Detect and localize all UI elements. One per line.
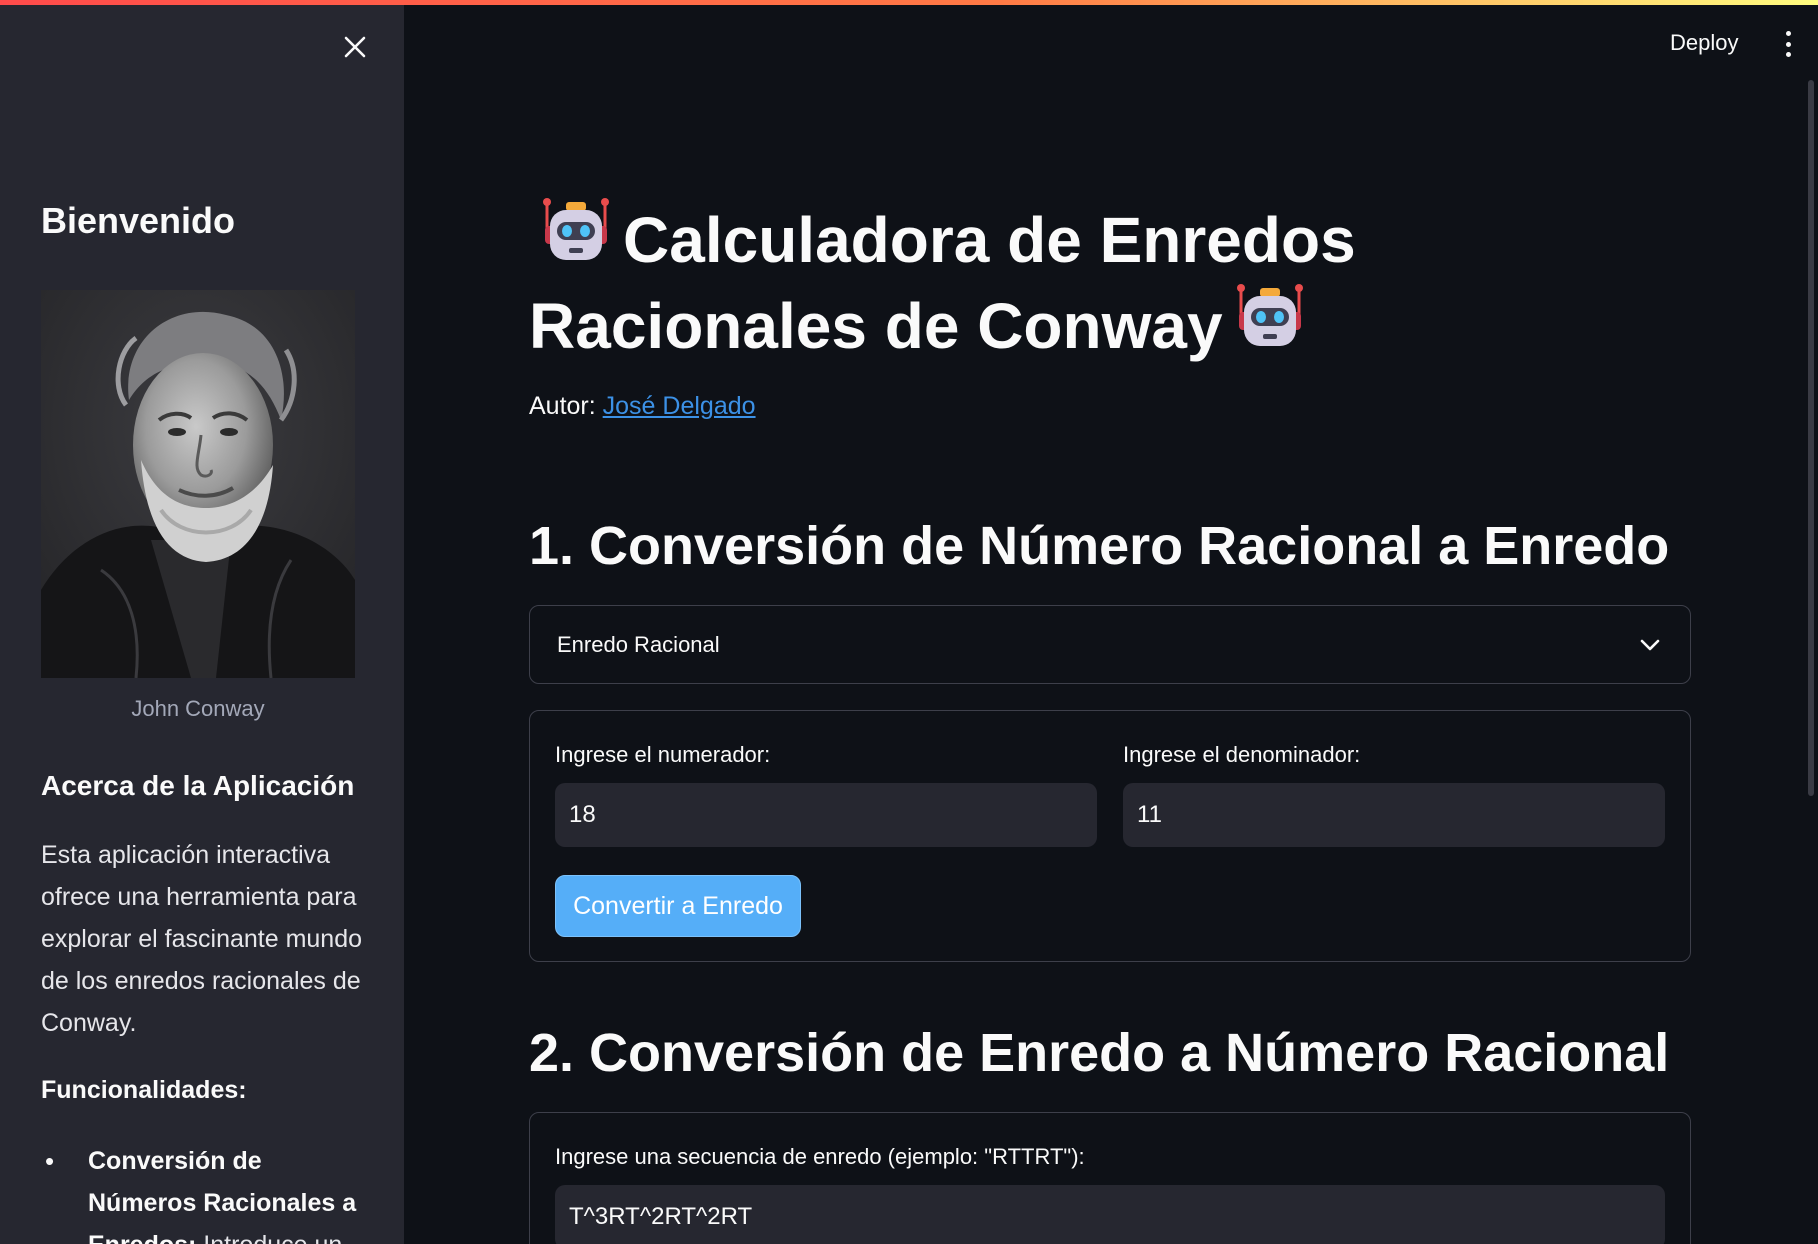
section1-heading: 1. Conversión de Número Racional a Enred… xyxy=(529,516,1670,576)
portrait-caption: John Conway xyxy=(131,696,265,721)
features-list: Conversión de Números Racionales a Enred… xyxy=(41,1140,371,1244)
author-line: Autor: José Delgado xyxy=(529,392,756,421)
robot-icon xyxy=(1236,284,1303,346)
mode-select[interactable]: Enredo Racional xyxy=(529,605,1691,684)
sequence-input[interactable]: T^3RT^2RT^2RT xyxy=(555,1185,1665,1244)
sidebar: Bienvenido John Conway Acerca de la Apli… xyxy=(0,0,404,1244)
about-heading: Acerca de la Aplicación xyxy=(41,770,355,801)
numerator-input[interactable]: 18 xyxy=(555,783,1097,847)
features-heading: Funcionalidades: xyxy=(41,1076,247,1104)
deploy-button[interactable]: Deploy xyxy=(1660,26,1748,60)
robot-icon xyxy=(543,198,609,260)
denominator-input[interactable]: 11 xyxy=(1123,783,1665,847)
mode-select-value: Enredo Racional xyxy=(557,631,720,657)
chevron-down-icon xyxy=(1640,639,1660,650)
denominator-label: Ingrese el denominador: xyxy=(1123,742,1361,767)
top-accent-bar xyxy=(0,0,1818,5)
conway-portrait xyxy=(41,290,355,678)
close-icon xyxy=(344,36,366,58)
main-menu-button[interactable] xyxy=(1774,28,1802,60)
feature-text: Introduce un xyxy=(196,1231,342,1244)
author-link[interactable]: José Delgado xyxy=(603,392,756,420)
conversion-form: Ingrese el numerador: 18 Ingrese el deno… xyxy=(529,710,1691,962)
sidebar-title: Bienvenido xyxy=(41,200,236,241)
sequence-form: Ingrese una secuencia de enredo (ejemplo… xyxy=(529,1112,1691,1244)
sequence-label: Ingrese una secuencia de enredo (ejemplo… xyxy=(555,1144,1085,1169)
about-text: Esta aplicación interactiva ofrece una h… xyxy=(41,841,363,1037)
scrollbar[interactable] xyxy=(1808,80,1814,796)
feature-title: Conversión de Números Racionales a Enred… xyxy=(88,1147,357,1244)
close-sidebar-button[interactable] xyxy=(338,30,372,64)
page-title: Calculadora de Enredos Racionales de Con… xyxy=(529,196,1629,368)
list-item: Conversión de Números Racionales a Enred… xyxy=(41,1140,371,1244)
numerator-label: Ingrese el numerador: xyxy=(555,742,771,767)
section2-heading: 2. Conversión de Enredo a Número Raciona… xyxy=(529,1023,1670,1083)
kebab-menu-icon xyxy=(1785,31,1791,36)
author-prefix: Autor: xyxy=(529,392,596,420)
convert-to-tangle-button[interactable]: Convertir a Enredo xyxy=(555,875,801,937)
